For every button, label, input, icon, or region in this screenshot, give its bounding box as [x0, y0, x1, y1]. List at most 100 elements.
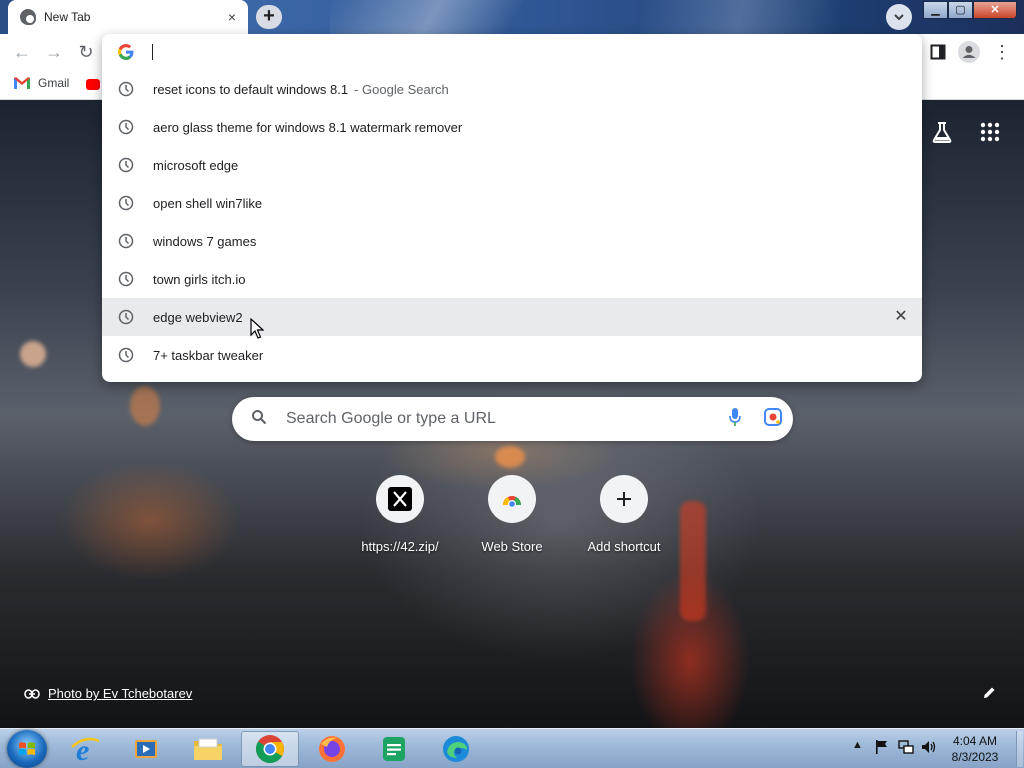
omnibox-suggestion[interactable]: microsoft edge: [102, 146, 922, 184]
omnibox-dropdown: reset icons to default windows 8.1 - Goog…: [102, 34, 922, 382]
new-tab-button[interactable]: +: [256, 5, 282, 29]
shortcut-label: Add shortcut: [587, 539, 661, 554]
gmail-icon: [14, 77, 30, 89]
shortcut-add[interactable]: Add shortcut: [568, 475, 680, 554]
menu-button[interactable]: ⋮: [990, 40, 1014, 64]
shortcut-label: https://42.zip/: [361, 539, 439, 554]
profile-button[interactable]: [957, 40, 981, 64]
media-player-icon: [135, 740, 157, 758]
taskbar-edge[interactable]: [427, 731, 485, 767]
google-lens-icon[interactable]: [753, 407, 793, 432]
voice-search-icon[interactable]: [717, 407, 753, 432]
shortcut-web-store[interactable]: Web Store: [456, 475, 568, 554]
omnibox-suggestion[interactable]: reset icons to default windows 8.1 - Goog…: [102, 70, 922, 108]
chrome-icon: [256, 735, 284, 763]
suggestion-text: open shell win7like: [153, 195, 263, 211]
suggestion-text: 7+ taskbar tweaker: [153, 347, 264, 363]
aero-glass-highlight: [640, 0, 840, 34]
ntp-search-box[interactable]: Search Google or type a URL: [232, 397, 793, 441]
clock-time: 4:04 AM: [952, 734, 998, 748]
customize-button[interactable]: [982, 686, 996, 705]
side-panel-icon: [930, 44, 946, 60]
show-desktop-button[interactable]: [1016, 731, 1023, 767]
apps-grid-icon: [980, 122, 1000, 142]
remove-suggestion-icon[interactable]: ✕: [892, 308, 910, 326]
history-clock-icon: [118, 233, 134, 249]
x-icon: [376, 475, 424, 523]
apps-button[interactable]: [976, 121, 1004, 149]
mouse-cursor-icon: [250, 318, 264, 339]
maximize-button[interactable]: ▢: [948, 1, 973, 19]
history-clock-icon: [118, 119, 134, 135]
web-store-icon: [488, 475, 536, 523]
search-placeholder: Search Google or type a URL: [286, 410, 496, 427]
windows-taskbar: e ▲ 4:04 AM 8/3/2023: [0, 728, 1024, 768]
history-clock-icon: [118, 195, 134, 211]
taskbar-internet-explorer[interactable]: e: [56, 731, 114, 767]
shortcut-42zip[interactable]: https://42.zip/: [344, 475, 456, 554]
system-clock[interactable]: 4:04 AM 8/3/2023: [944, 733, 1006, 765]
forward-button[interactable]: →: [42, 40, 66, 64]
google-g-icon: [118, 44, 134, 60]
action-center-flag-icon[interactable]: [875, 739, 889, 758]
profile-avatar-icon: [958, 41, 980, 63]
windows-logo-icon: [19, 742, 35, 755]
bookmark-youtube[interactable]: [86, 79, 100, 90]
bokeh-light: [130, 386, 160, 426]
title-bar: New Tab × + ▁ ▢ ✕: [0, 0, 1024, 34]
taskbar-chrome[interactable]: [241, 731, 299, 767]
youtube-icon: [86, 79, 100, 90]
history-clock-icon: [118, 157, 134, 173]
back-button[interactable]: ←: [10, 40, 34, 64]
taskbar-media-player[interactable]: [117, 731, 175, 767]
start-button[interactable]: [7, 730, 47, 768]
taskbar-firefox[interactable]: [303, 731, 361, 767]
suggestion-list: reset icons to default windows 8.1 - Goog…: [102, 70, 922, 374]
chevron-down-icon: [894, 14, 904, 21]
history-clock-icon: [118, 309, 134, 325]
bokeh-light: [20, 341, 46, 367]
history-clock-icon: [118, 271, 134, 287]
tab-new-tab[interactable]: New Tab ×: [8, 0, 248, 34]
taskbar-sheets[interactable]: [365, 731, 423, 767]
tray-overflow-icon[interactable]: ▲: [852, 739, 863, 751]
link-icon: [24, 688, 40, 699]
taskbar-file-explorer[interactable]: [179, 731, 237, 767]
omnibox-suggestion[interactable]: 7+ taskbar tweaker: [102, 336, 922, 374]
side-panel-button[interactable]: [926, 40, 950, 64]
shortcut-label: Web Store: [481, 539, 543, 554]
suggestion-text: edge webview2: [153, 309, 243, 325]
bookmark-gmail[interactable]: Gmail: [14, 76, 69, 90]
omnibox-suggestion[interactable]: town girls itch.io: [102, 260, 922, 298]
labs-button[interactable]: [928, 121, 956, 149]
photo-credit-link[interactable]: Photo by Ev Tchebotarev: [24, 686, 192, 701]
bokeh-light: [680, 501, 706, 621]
bokeh-light: [495, 446, 525, 468]
network-icon[interactable]: [898, 739, 914, 758]
minimize-button[interactable]: ▁: [923, 1, 948, 19]
omnibox-suggestion[interactable]: open shell win7like: [102, 184, 922, 222]
photo-credit-text: Photo by Ev Tchebotarev: [48, 686, 193, 701]
close-window-button[interactable]: ✕: [973, 1, 1017, 19]
reload-button[interactable]: ↻: [74, 40, 98, 64]
internet-explorer-icon: e: [71, 734, 100, 765]
firefox-icon: [319, 736, 345, 762]
tab-close-icon[interactable]: ×: [222, 7, 242, 27]
suggestion-text: windows 7 games: [153, 233, 257, 249]
suggestion-text: aero glass theme for windows 8.1 waterma…: [153, 119, 463, 135]
omnibox-suggestion[interactable]: edge webview2 ✕: [102, 298, 922, 336]
omnibox-input[interactable]: [102, 34, 922, 70]
plus-icon: [600, 475, 648, 523]
search-icon: [232, 409, 286, 430]
suggestion-text: microsoft edge: [153, 157, 239, 173]
aero-glass-highlight: [330, 0, 590, 34]
clock-date: 8/3/2023: [951, 750, 999, 764]
chrome-tab-icon: [20, 9, 36, 25]
window-controls: ▁ ▢ ✕: [923, 1, 1017, 21]
omnibox-suggestion[interactable]: windows 7 games: [102, 222, 922, 260]
volume-icon[interactable]: [921, 739, 937, 758]
flask-icon: [932, 122, 952, 143]
omnibox-suggestion[interactable]: aero glass theme for windows 8.1 waterma…: [102, 108, 922, 146]
file-explorer-icon: [194, 738, 222, 760]
tab-search-button[interactable]: [886, 4, 912, 30]
